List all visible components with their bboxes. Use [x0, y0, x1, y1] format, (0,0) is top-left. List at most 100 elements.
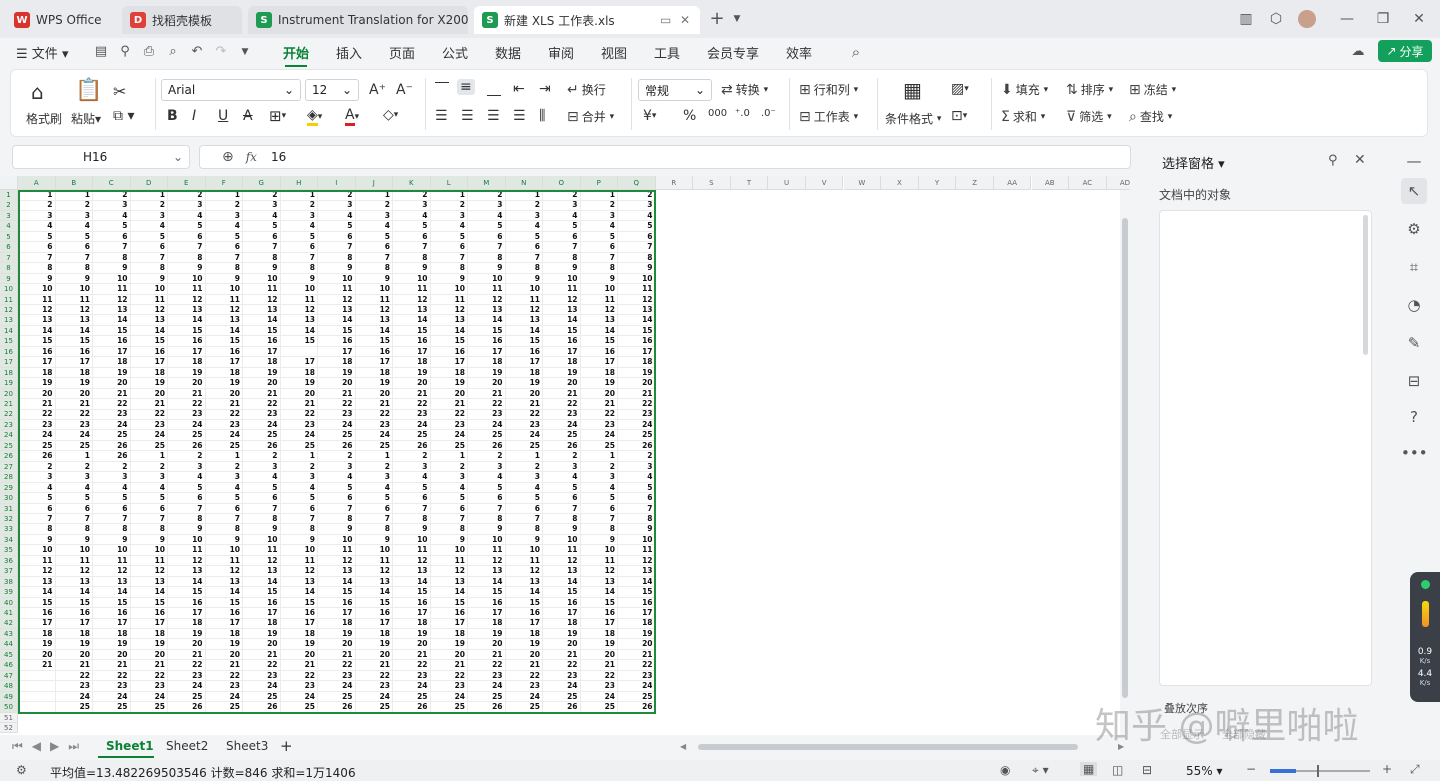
row-header[interactable]: 15 [0, 336, 18, 347]
decimal-increase-icon[interactable]: ⁺.0 [735, 108, 750, 119]
table-cell[interactable]: 4 [130, 221, 168, 232]
table-cell[interactable]: 5 [580, 493, 618, 504]
table-cell[interactable]: 14 [243, 576, 281, 588]
table-cell[interactable]: 20 [130, 649, 168, 661]
fx-icon[interactable]: fx [246, 150, 257, 164]
table-cell[interactable]: 10 [393, 273, 431, 285]
table-cell[interactable]: 24 [505, 430, 543, 441]
table-cell[interactable]: 12 [355, 566, 393, 577]
table-cell[interactable]: 20 [280, 388, 318, 400]
table-cell[interactable]: 10 [430, 284, 468, 295]
table-cell[interactable]: 26 [468, 440, 506, 452]
table-cell[interactable]: 13 [580, 315, 618, 326]
table-cell[interactable]: 19 [168, 367, 206, 379]
table-cell[interactable]: 1 [205, 451, 243, 462]
table-cell[interactable]: 3 [430, 210, 468, 222]
table-cell[interactable]: 13 [355, 576, 393, 588]
table-cell[interactable]: 14 [618, 576, 656, 588]
table-cell[interactable]: 3 [430, 472, 468, 483]
table-cell[interactable]: 26 [93, 440, 131, 452]
table-cell[interactable]: 11 [280, 294, 318, 305]
table-cell[interactable]: 20 [430, 649, 468, 661]
table-cell[interactable]: 8 [318, 252, 356, 264]
table-cell[interactable] [18, 691, 56, 703]
table-cell[interactable]: 14 [430, 587, 468, 598]
column-header[interactable]: P [580, 176, 618, 190]
table-cell[interactable]: 15 [18, 336, 56, 347]
table-cell[interactable]: 12 [280, 566, 318, 577]
table-cell[interactable]: 16 [318, 336, 356, 347]
table-cell[interactable]: 26 [543, 440, 581, 452]
table-cell[interactable]: 24 [468, 681, 506, 692]
table-cell[interactable]: 1 [205, 190, 243, 201]
table-cell[interactable]: 6 [430, 242, 468, 253]
table-cell[interactable]: 26 [618, 702, 656, 713]
table-cell[interactable]: 10 [318, 273, 356, 285]
table-cell[interactable]: 4 [93, 210, 131, 222]
table-cell[interactable]: 25 [130, 440, 168, 452]
table-cell[interactable]: 1 [130, 451, 168, 462]
table-cell[interactable]: 4 [580, 221, 618, 232]
table-cell[interactable]: 4 [468, 210, 506, 222]
table-cell[interactable]: 16 [430, 346, 468, 358]
table-cell[interactable]: 8 [130, 524, 168, 535]
table-cell[interactable]: 11 [168, 284, 206, 295]
table-cell[interactable]: 24 [618, 681, 656, 692]
table-cell[interactable]: 24 [355, 430, 393, 441]
font-size-select[interactable]: 12 ⌄ [305, 79, 359, 101]
table-cell[interactable]: 14 [205, 325, 243, 337]
table-cell[interactable]: 19 [618, 367, 656, 379]
table-cell[interactable]: 5 [318, 482, 356, 494]
table-cell[interactable]: 15 [168, 587, 206, 598]
row-header[interactable]: 25 [0, 440, 18, 452]
table-cell[interactable]: 12 [355, 304, 393, 316]
table-cell[interactable]: 17 [505, 618, 543, 629]
table-cell[interactable]: 17 [243, 346, 281, 358]
tab-wps-office[interactable]: W WPS Office [6, 6, 112, 34]
table-cell[interactable]: 1 [355, 451, 393, 462]
table-cell[interactable]: 13 [130, 576, 168, 588]
table-cell[interactable]: 21 [430, 660, 468, 671]
close-window-icon[interactable]: ✕ [1410, 10, 1428, 28]
table-cell[interactable]: 23 [618, 409, 656, 420]
table-cell[interactable]: 5 [93, 221, 131, 232]
bold-icon[interactable]: B [167, 108, 178, 124]
minus-icon[interactable]: — [1401, 148, 1427, 174]
table-cell[interactable]: 26 [393, 440, 431, 452]
column-header[interactable]: I [318, 176, 356, 190]
table-cell[interactable]: 25 [168, 430, 206, 441]
table-cell[interactable]: 4 [505, 482, 543, 494]
table-cell[interactable]: 20 [393, 639, 431, 650]
table-cell[interactable]: 5 [580, 231, 618, 243]
search-icon[interactable]: ⌕ [848, 44, 864, 60]
spreadsheet-grid[interactable]: A B C D E F G H I J K L M N O P Q R S T U V W X Y Z AA AB AC AD 1 2 3 4 5 6… [0, 176, 1130, 735]
table-cell[interactable]: 15 [580, 597, 618, 609]
selection-stats[interactable]: 平均值=13.482269503546 计数=846 求和=1万1406 [50, 764, 356, 781]
table-cell[interactable]: 9 [243, 524, 281, 535]
table-cell[interactable]: 21 [543, 649, 581, 661]
chevron-down-icon[interactable]: ▼ [237, 44, 253, 60]
table-cell[interactable]: 14 [168, 315, 206, 326]
table-cell[interactable]: 1 [130, 190, 168, 201]
table-cell[interactable]: 7 [430, 252, 468, 264]
table-cell[interactable]: 18 [468, 357, 506, 368]
table-cell[interactable]: 10 [243, 534, 281, 546]
table-cell[interactable]: 20 [618, 378, 656, 389]
table-cell[interactable]: 16 [468, 597, 506, 609]
table-cell[interactable]: 9 [205, 534, 243, 546]
formula-input[interactable]: 16 [271, 150, 286, 164]
table-cell[interactable]: 10 [393, 534, 431, 546]
table-cell[interactable]: 11 [543, 545, 581, 556]
table-cell[interactable]: 17 [505, 357, 543, 368]
table-cell[interactable]: 20 [543, 639, 581, 650]
table-cell[interactable]: 24 [243, 419, 281, 431]
table-cell[interactable]: 7 [543, 503, 581, 514]
zoom-level[interactable]: 55% ▾ [1186, 764, 1223, 778]
table-cell[interactable]: 8 [55, 263, 93, 274]
table-cell[interactable]: 2 [580, 461, 618, 473]
table-cell[interactable]: 15 [468, 587, 506, 598]
table-cell[interactable]: 25 [580, 702, 618, 713]
table-cell[interactable]: 6 [205, 242, 243, 253]
table-cell[interactable]: 11 [55, 294, 93, 305]
table-cell[interactable]: 4 [318, 210, 356, 222]
